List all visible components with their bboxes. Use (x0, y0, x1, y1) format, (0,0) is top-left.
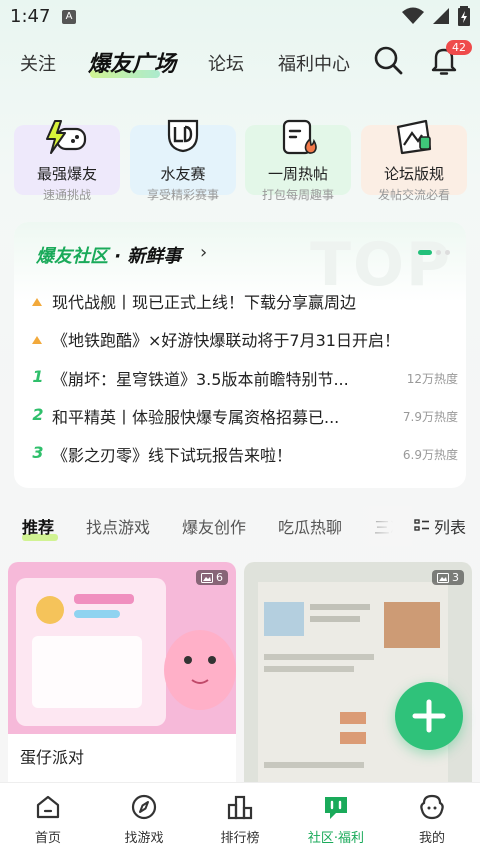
news-heat: 7.9万热度 (402, 410, 458, 424)
bottom-nav-ranking[interactable]: 排行榜 (192, 793, 288, 846)
bottom-nav-label: 找游戏 (124, 831, 164, 846)
bottom-nav-label: 社区·福利 (307, 831, 365, 846)
news-rank: 1 (32, 367, 44, 386)
list-view-button[interactable]: 列表 (414, 514, 466, 538)
feed-tab-creations[interactable]: 爆友创作 (182, 514, 246, 538)
list-view-label: 列表 (434, 518, 467, 537)
news-rank: 3 (32, 443, 44, 462)
feed-tab-gossip[interactable]: 吃瓜热聊 (278, 514, 342, 538)
news-item[interactable]: 3 《影之刃零》线下试玩报告来啦！ 6.9万热度 (30, 437, 458, 473)
bottom-nav: 首页 找游戏 排行榜 社区·福利 我的 (0, 782, 480, 855)
status-bar: 1:47 A (0, 0, 480, 34)
news-text: 《崩坏：星穹铁道》3.5版本前瞻特别节... (52, 370, 349, 389)
carousel-indicator (418, 250, 450, 255)
image-icon (437, 572, 449, 583)
trophy-cup-icon (167, 119, 199, 153)
app-indicator-icon: A (62, 10, 76, 24)
news-rank: 2 (32, 405, 44, 424)
quick-entry-subtitle: 发帖交流必看 (377, 188, 450, 202)
community-news-card[interactable]: TOP 爆友社区 · 新鲜事 › 现代战舰丨现已正式上线！下载分享赢周边 《地铁… (14, 222, 466, 488)
feed-tabs: 推荐 找点游戏 爆友创作 吃瓜热聊 三次 列表 (0, 506, 480, 546)
bar-chart-icon (227, 795, 253, 820)
profile-face-icon (420, 794, 444, 820)
news-item[interactable]: 1 《崩坏：星穹铁道》3.5版本前瞻特别节... 12万热度 (30, 361, 458, 397)
quick-entry-forum-rules[interactable]: 论坛版规 发帖交流必看 (361, 119, 467, 202)
bottom-nav-label: 我的 (418, 831, 445, 846)
quick-entry-contest[interactable]: 水友赛 享受精彩赛事 (130, 119, 236, 202)
quick-entry-subtitle: 享受精彩赛事 (146, 188, 219, 202)
compass-icon (131, 794, 157, 820)
quick-entry-title: 一周热帖 (267, 165, 328, 183)
news-item[interactable]: 《地铁跑酷》×好游快爆联动将于7月31日开启！ (30, 322, 458, 358)
bottom-nav-find-games[interactable]: 找游戏 (96, 793, 192, 846)
feed-card[interactable]: 3 (244, 562, 472, 792)
card-title: 蛋仔派对 (20, 748, 85, 767)
home-icon (36, 795, 60, 819)
community-chat-icon (325, 797, 347, 819)
image-count: 3 (452, 571, 459, 584)
bottom-nav-profile[interactable]: 我的 (384, 793, 480, 846)
post-image (8, 562, 236, 734)
news-text: 《影之刃零》线下试玩报告来啦！ (52, 446, 293, 465)
wifi-icon (402, 7, 424, 24)
triangle-marker-icon (32, 336, 42, 344)
tab-forum[interactable]: 论坛 (208, 50, 244, 76)
news-item[interactable]: 2 和平精英丨体验服快爆专属资格招募已... 7.9万热度 (30, 399, 458, 435)
quick-entry-strongest[interactable]: 最强爆友 速通挑战 (14, 120, 120, 202)
triangle-marker-icon (32, 298, 42, 306)
hot-post-icon (282, 119, 317, 155)
top-nav: 关注 爆友广场 论坛 福利中心 (0, 40, 480, 84)
bottom-nav-label: 排行榜 (220, 831, 260, 846)
image-icon (201, 572, 213, 583)
quick-entry-subtitle: 打包每周趣事 (261, 188, 334, 202)
news-heat: 12万热度 (406, 372, 458, 386)
tab-square[interactable]: 爆友广场 (88, 46, 176, 78)
battery-icon (458, 6, 470, 26)
news-text: 《地铁跑酷》×好游快爆联动将于7月31日开启！ (52, 331, 400, 350)
quick-entry-weekly-hot[interactable]: 一周热帖 打包每周趣事 (245, 119, 351, 202)
feed-tab-recommend[interactable]: 推荐 (22, 514, 54, 538)
rules-board-icon (396, 119, 432, 155)
bottom-nav-community[interactable]: 社区·福利 (288, 793, 384, 846)
chevron-right-icon[interactable]: › (200, 242, 207, 263)
feed-card[interactable]: 6 蛋仔派对 (8, 562, 236, 792)
community-title[interactable]: 爆友社区 · 新鲜事 (36, 242, 181, 268)
news-item[interactable]: 现代战舰丨现已正式上线！下载分享赢周边 (30, 284, 458, 320)
image-count-badge: 6 (196, 570, 228, 585)
search-icon[interactable] (372, 44, 404, 76)
list-icon (414, 519, 429, 531)
quick-entry-title: 最强爆友 (36, 165, 97, 183)
quick-entry-title: 论坛版规 (383, 165, 444, 183)
status-icons (402, 6, 470, 26)
news-text: 现代战舰丨现已正式上线！下载分享赢周边 (52, 293, 357, 312)
community-title-suffix: · 新鲜事 (114, 246, 182, 267)
quick-entries: 最强爆友 速通挑战 水友赛 享受精彩赛事 一周热帖 打包每周趣事 论坛版规 发帖… (0, 108, 480, 204)
create-post-button[interactable] (395, 682, 463, 750)
gamepad-lightning-icon (46, 120, 87, 154)
tab-welfare[interactable]: 福利中心 (278, 50, 350, 76)
tabs-fade-overlay (350, 506, 412, 546)
feed-tab-find-games[interactable]: 找点游戏 (86, 514, 150, 538)
tab-follow[interactable]: 关注 (20, 50, 56, 76)
bottom-nav-home[interactable]: 首页 (0, 793, 96, 846)
signal-icon (433, 8, 449, 24)
post-image (244, 562, 472, 792)
image-count-badge: 3 (432, 570, 464, 585)
community-brand: 爆友社区 (36, 246, 108, 267)
quick-entry-subtitle: 速通挑战 (42, 188, 91, 202)
status-time: 1:47 (10, 6, 51, 27)
plus-icon (412, 699, 446, 733)
quick-entry-title: 水友赛 (160, 165, 206, 183)
news-text: 和平精英丨体验服快爆专属资格招募已... (52, 408, 340, 427)
news-heat: 6.9万热度 (402, 448, 458, 462)
image-count: 6 (216, 571, 223, 584)
notification-badge: 42 (446, 40, 472, 55)
bottom-nav-label: 首页 (34, 831, 61, 846)
